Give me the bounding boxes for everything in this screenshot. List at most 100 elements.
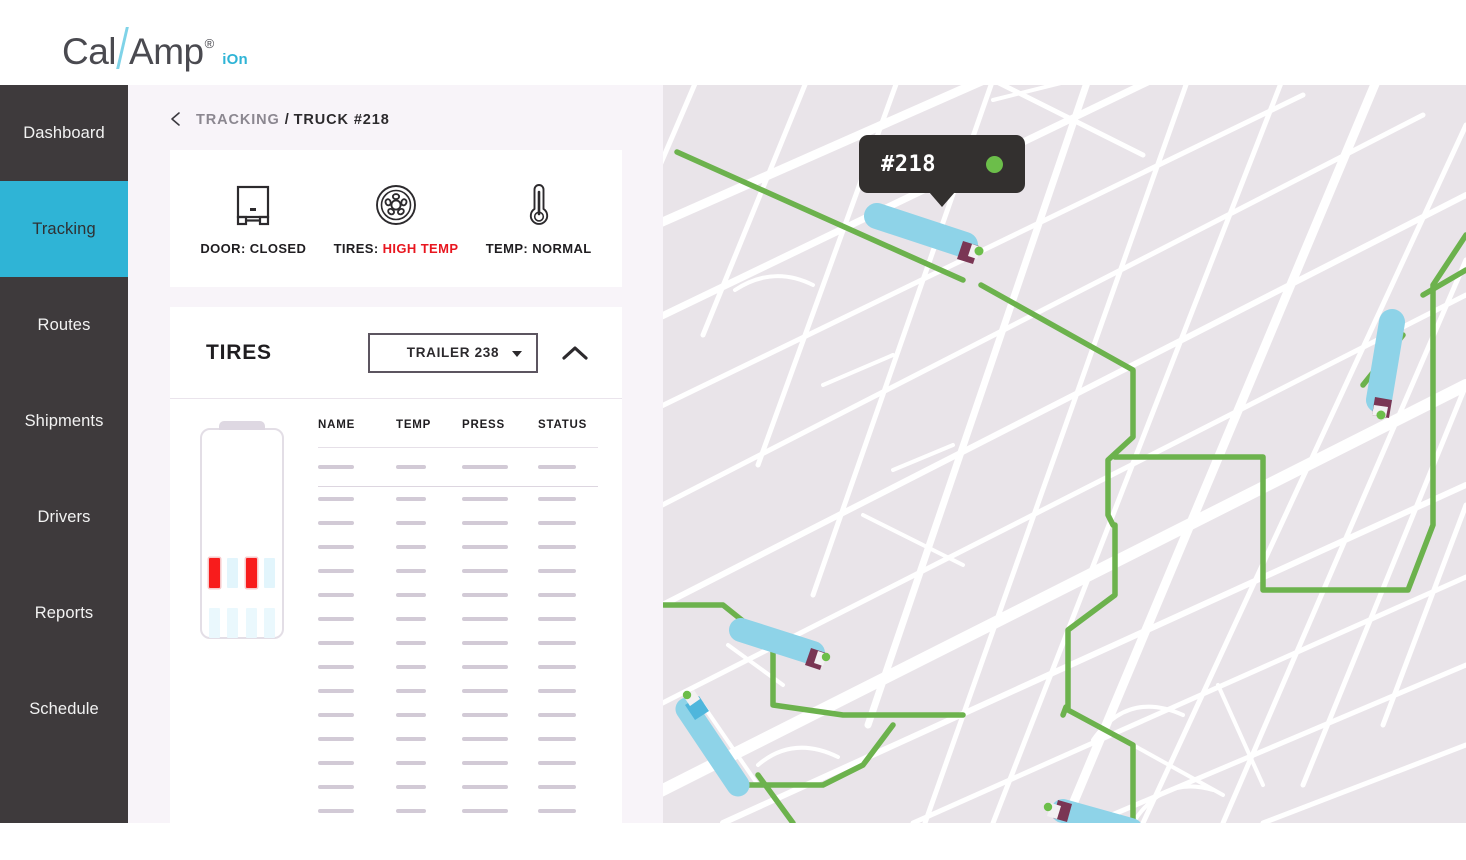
status-temp-value: NORMAL: [532, 241, 592, 256]
status-item-label: TIRES: HIGH TEMP: [334, 241, 459, 256]
tire-marker-rear-left-outer[interactable]: [209, 608, 220, 638]
tires-card: TIRES TRAILER 238 NAME TEMP PRESS STATUS: [170, 307, 622, 860]
table-row[interactable]: [318, 448, 598, 486]
table-cell-press: [462, 593, 538, 597]
breadcrumb-separator: /: [284, 112, 290, 128]
table-cell-press: [462, 521, 538, 525]
loading-placeholder: [318, 737, 354, 741]
loading-placeholder: [396, 521, 426, 525]
tire-marker-rear-left-inner[interactable]: [227, 608, 238, 638]
table-cell-name: [318, 737, 396, 741]
loading-placeholder: [318, 713, 354, 717]
status-item-tires: TIRES: HIGH TEMP: [325, 181, 468, 256]
table-cell-status: [538, 617, 598, 621]
loading-placeholder: [538, 545, 576, 549]
table-row[interactable]: [318, 727, 598, 751]
calamp-ion-logo[interactable]: Cal Amp ® iOn: [62, 22, 248, 70]
loading-placeholder: [396, 761, 426, 765]
table-row[interactable]: [318, 679, 598, 703]
chevron-left-icon[interactable]: [168, 111, 184, 127]
sidebar-item-tracking[interactable]: Tracking: [0, 181, 128, 277]
table-row[interactable]: [318, 775, 598, 799]
sidebar-item-schedule[interactable]: Schedule: [0, 661, 128, 757]
front-axle: [202, 558, 282, 588]
vehicle-tooltip-218[interactable]: #218: [859, 135, 1025, 207]
column-header-press[interactable]: PRESS: [462, 419, 538, 431]
table-cell-press: [462, 665, 538, 669]
table-row[interactable]: [318, 751, 598, 775]
loading-placeholder: [462, 737, 508, 741]
table-cell-status: [538, 737, 598, 741]
breadcrumb-section[interactable]: TRACKING: [196, 112, 280, 128]
tire-marker-front-right-inner[interactable]: [246, 558, 257, 588]
tire-marker-front-left-outer[interactable]: [209, 558, 220, 588]
loading-placeholder: [318, 569, 354, 573]
loading-placeholder: [538, 689, 576, 693]
table-row[interactable]: [318, 535, 598, 559]
loading-placeholder: [396, 665, 426, 669]
fleet-map[interactable]: #218: [663, 85, 1466, 823]
loading-placeholder: [318, 809, 354, 813]
loading-placeholder: [396, 785, 426, 789]
loading-placeholder: [538, 521, 576, 525]
tire-marker-rear-right-inner[interactable]: [246, 608, 257, 638]
table-row[interactable]: [318, 607, 598, 631]
tire-marker-front-right-outer[interactable]: [264, 558, 275, 588]
loading-placeholder: [318, 641, 354, 645]
table-cell-name: [318, 713, 396, 717]
table-cell-name: [318, 569, 396, 573]
loading-placeholder: [462, 593, 508, 597]
status-door-value: CLOSED: [249, 241, 307, 256]
column-header-status[interactable]: STATUS: [538, 419, 598, 431]
table-row[interactable]: [318, 655, 598, 679]
table-cell-press: [462, 809, 538, 813]
column-header-name[interactable]: NAME: [318, 419, 396, 431]
table-row[interactable]: [318, 799, 598, 823]
table-lead-rows: [318, 448, 598, 486]
trailer-top-view-diagram[interactable]: [200, 419, 292, 823]
chevron-down-icon: [512, 350, 522, 357]
table-row[interactable]: [318, 703, 598, 727]
table-row[interactable]: [318, 583, 598, 607]
tire-marker-rear-right-outer[interactable]: [264, 608, 275, 638]
trailer-select-dropdown[interactable]: TRAILER 238: [368, 332, 538, 373]
table-row[interactable]: [318, 631, 598, 655]
table-cell-status: [538, 809, 598, 813]
sidebar-item-routes[interactable]: Routes: [0, 277, 128, 373]
table-row[interactable]: [318, 511, 598, 535]
table-body-rows: [318, 487, 598, 823]
table-cell-temp: [396, 569, 462, 573]
collapse-tires-panel-button[interactable]: [560, 338, 590, 368]
loading-placeholder: [538, 737, 576, 741]
breadcrumb-current: TRUCK #218: [293, 112, 390, 128]
tires-card-header: TIRES TRAILER 238: [170, 307, 622, 399]
table-cell-press: [462, 761, 538, 765]
loading-placeholder: [318, 617, 354, 621]
sidebar-item-shipments[interactable]: Shipments: [0, 373, 128, 469]
table-cell-status: [538, 465, 598, 469]
table-cell-status: [538, 641, 598, 645]
loading-placeholder: [396, 497, 426, 501]
sidebar-item-dashboard[interactable]: Dashboard: [0, 85, 128, 181]
tire-marker-front-left-inner[interactable]: [227, 558, 238, 588]
table-cell-press: [462, 713, 538, 717]
map-canvas: [663, 85, 1466, 823]
loading-placeholder: [538, 497, 576, 501]
table-row[interactable]: [318, 487, 598, 511]
table-cell-press: [462, 465, 538, 469]
sidebar-item-drivers[interactable]: Drivers: [0, 469, 128, 565]
table-cell-name: [318, 497, 396, 501]
rear-axle: [202, 608, 282, 638]
loading-placeholder: [396, 713, 426, 717]
table-cell-name: [318, 641, 396, 645]
status-item-label: DOOR: CLOSED: [200, 241, 306, 256]
table-row[interactable]: [318, 559, 598, 583]
column-header-temp[interactable]: TEMP: [396, 419, 462, 431]
sidebar-item-reports[interactable]: Reports: [0, 565, 128, 661]
loading-placeholder: [318, 761, 354, 765]
sidebar-item-label: Schedule: [29, 699, 99, 718]
table-cell-status: [538, 521, 598, 525]
front-left-tires: [209, 558, 238, 588]
status-temp-prefix: TEMP:: [485, 241, 529, 256]
table-cell-temp: [396, 521, 462, 525]
